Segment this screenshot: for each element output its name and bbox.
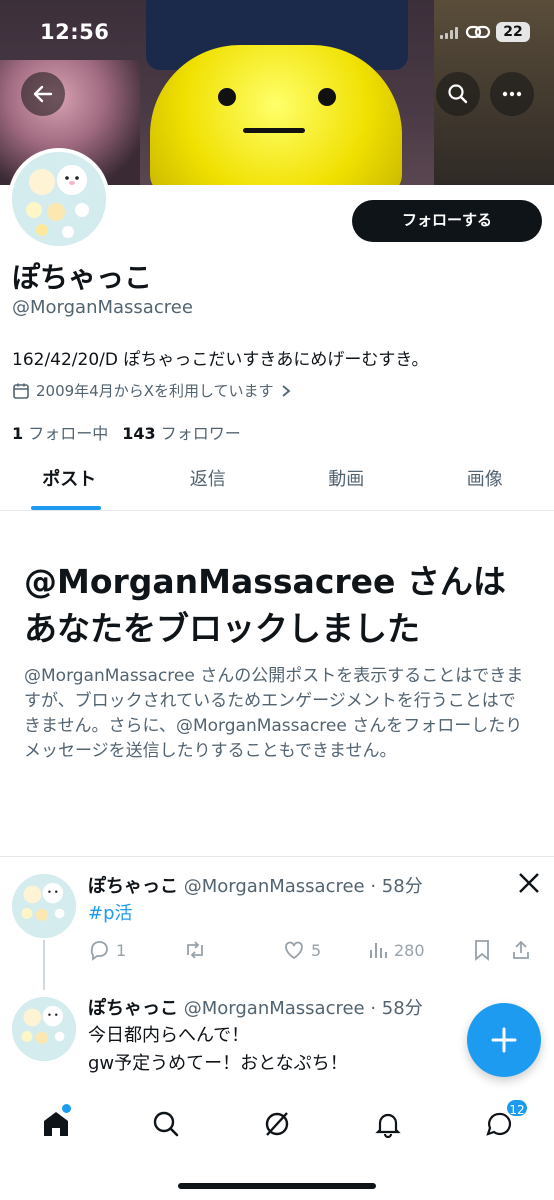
post-meta: @MorganMassacree · 58分: [183, 998, 423, 1019]
search-icon: [153, 1111, 179, 1137]
tab-images[interactable]: 画像: [416, 455, 554, 510]
share-icon: [513, 940, 529, 959]
profile-tabs: ポスト 返信 動画 画像: [0, 455, 554, 511]
following-count: 1: [12, 424, 24, 443]
repost-icon: [187, 941, 203, 959]
nav-grok[interactable]: [255, 1104, 299, 1144]
status-time: 12:56: [40, 20, 110, 44]
chart-icon: [370, 943, 387, 958]
nav-home[interactable]: [34, 1104, 78, 1144]
banner-character-eye-right: [318, 88, 336, 106]
bookmark-button[interactable]: [473, 939, 511, 961]
compose-button[interactable]: [467, 1003, 541, 1077]
nav-messages[interactable]: 12: [477, 1098, 529, 1144]
tab-replies[interactable]: 返信: [139, 455, 278, 510]
post-actions: 1 5 280: [88, 936, 538, 964]
more-button[interactable]: [490, 72, 534, 116]
post-avatar[interactable]: [12, 997, 76, 1061]
like-count: 5: [311, 940, 322, 960]
nav-notifications[interactable]: [366, 1104, 410, 1144]
like-button[interactable]: 5: [283, 939, 368, 961]
x-logo-icon: [519, 873, 539, 893]
joined-date-row[interactable]: 2009年4月からXを利用しています: [12, 380, 292, 401]
followers-label: フォロワー: [160, 424, 241, 443]
calendar-icon: [13, 383, 29, 399]
post-avatar[interactable]: [12, 874, 76, 938]
views-count: 280: [394, 940, 425, 960]
views-button[interactable]: 280: [368, 940, 473, 960]
signal-icon: [440, 27, 460, 39]
joined-date-text: 2009年4月からXを利用しています: [36, 382, 274, 400]
post-hashtag[interactable]: #p活: [88, 900, 133, 927]
battery-indicator: 22: [496, 22, 530, 42]
profile-name: ぽちゃっこ: [12, 261, 153, 294]
post-header: ぽちゃっこ @MorganMassacree · 58分: [88, 994, 423, 1020]
back-button[interactable]: [21, 72, 65, 116]
search-button[interactable]: [436, 72, 480, 116]
banner-character-eye-left: [218, 88, 236, 106]
reply-button[interactable]: 1: [88, 939, 183, 961]
chevron-right-icon: [281, 384, 290, 397]
reply-count: 1: [116, 940, 127, 960]
post-author-name: ぽちゃっこ: [88, 998, 178, 1019]
post-author-name: ぽちゃっこ: [88, 876, 178, 897]
blocked-notice-title: @MorganMassacree さんはあなたをブロックしました: [24, 562, 506, 648]
thread-connector: [43, 940, 45, 990]
profile-handle: @MorganMassacree: [12, 297, 193, 318]
divider: [0, 856, 554, 857]
post-meta: @MorganMassacree · 58分: [183, 876, 423, 897]
more-horizontal-icon: [502, 91, 522, 97]
following-link[interactable]: 1 フォロー中: [12, 420, 108, 444]
search-icon: [448, 84, 468, 104]
status-bar: 12:56 22: [0, 0, 554, 62]
home-icon: [44, 1112, 68, 1136]
plus-icon: [491, 1027, 517, 1053]
link-icon: [465, 25, 491, 39]
following-label: フォロー中: [28, 424, 109, 443]
reply-icon: [90, 941, 108, 961]
banner-character-head: [150, 45, 402, 185]
banner-character-mouth: [243, 128, 305, 133]
post-header: ぽちゃっこ @MorganMassacree · 58分: [88, 872, 423, 898]
follow-button[interactable]: フォローする: [352, 200, 542, 242]
profile-avatar[interactable]: [8, 148, 110, 250]
avatar-illustration: [12, 997, 76, 1061]
messages-badge: 12: [505, 1098, 529, 1118]
profile-bio: 162/42/20/D ぽちゃっこだいすきあにめげーむすき。: [12, 350, 429, 370]
follow-stats: 1 フォロー中 143 フォロワー: [12, 420, 241, 444]
heart-icon: [285, 941, 303, 960]
post-text-line-2: gw予定うめてー！おとなぷち！: [88, 1053, 348, 1074]
avatar-illustration: [12, 874, 76, 938]
share-button[interactable]: [511, 939, 531, 961]
tab-videos[interactable]: 動画: [277, 455, 416, 510]
arrow-left-icon: [33, 85, 53, 103]
followers-count: 143: [122, 424, 156, 443]
nav-search[interactable]: [144, 1104, 188, 1144]
post-text-line-1: 今日都内らへんで！: [88, 1025, 250, 1046]
grok-icon: [265, 1112, 289, 1136]
avatar-illustration: [12, 152, 106, 246]
bookmark-icon: [475, 940, 489, 961]
tab-posts[interactable]: ポスト: [0, 455, 139, 510]
bell-icon: [375, 1113, 401, 1138]
home-indicator: [178, 1183, 376, 1189]
repost-button[interactable]: [183, 939, 283, 961]
followers-link[interactable]: 143 フォロワー: [122, 420, 241, 444]
blocked-notice-description: @MorganMassacree さんの公開ポストを表示することはできますが、ブ…: [24, 666, 524, 761]
notification-dot: [62, 1104, 71, 1113]
